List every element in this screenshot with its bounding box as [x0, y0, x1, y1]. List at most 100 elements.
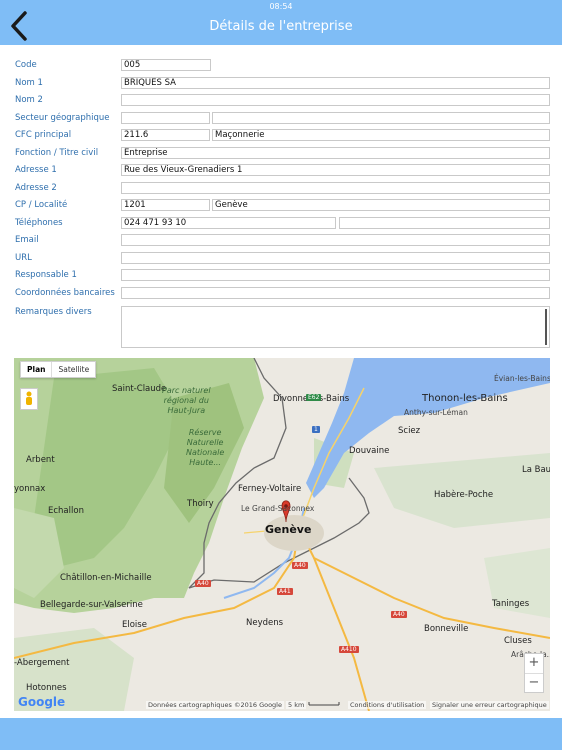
map-label-echallon: Echallon: [48, 506, 84, 516]
pegman-icon: [26, 391, 32, 405]
form-row-email: Email: [0, 233, 562, 250]
form-row-secteur: Secteur géographique: [0, 111, 562, 128]
fonction-field[interactable]: Entreprise: [121, 146, 550, 159]
map-label-reserve: Réserve Naturelle Nationale Haute...: [186, 428, 225, 467]
label-email: Email: [15, 235, 39, 245]
nom2-field[interactable]: [121, 94, 550, 106]
email-field[interactable]: [121, 234, 550, 246]
map-label-hotonnes: Hotonnes: [26, 683, 67, 693]
map-label-chatillon: Châtillon-en-Michaille: [60, 573, 152, 583]
navigation-bar: 08:54 Détails de l'entreprise: [0, 0, 562, 45]
form-row-url: URL: [0, 251, 562, 268]
road-badge-e62: E62: [306, 394, 322, 401]
road-badge-a40-2: A40: [195, 580, 211, 587]
label-responsable1: Responsable 1: [15, 270, 77, 280]
map-label-geneve: Genève: [265, 523, 312, 536]
map-terms-link[interactable]: Conditions d'utilisation: [348, 701, 427, 709]
label-cfc: CFC principal: [15, 130, 72, 140]
form-row-bancaires: Coordonnées bancaires: [0, 286, 562, 303]
map-label-sciez: Sciez: [398, 426, 421, 436]
form-row-telephones: Téléphones 024 471 93 10: [0, 216, 562, 233]
form-row-responsable1: Responsable 1: [0, 268, 562, 285]
cfc-name-field[interactable]: Maçonnerie: [212, 129, 550, 141]
map-type-control: Plan Satellite: [20, 361, 97, 378]
zoom-control: + −: [524, 653, 544, 693]
map-label-thonon: Thonon-les-Bains: [422, 393, 508, 404]
map-label-la-baume: La Baume: [522, 465, 550, 475]
map-label-grand-saconnex: Le Grand-Saconnex: [241, 504, 315, 513]
map-data-attribution: Données cartographiques ©2016 Google: [146, 701, 284, 709]
textarea-scrollbar[interactable]: [545, 309, 547, 345]
responsable1-field[interactable]: [121, 269, 550, 281]
map-label-bonneville: Bonneville: [424, 624, 469, 634]
label-fonction: Fonction / Titre civil: [15, 147, 99, 158]
form-row-fonction: Fonction / Titre civil Entreprise: [0, 146, 562, 163]
map-label-cluses: Cluses: [504, 636, 532, 646]
adresse2-field[interactable]: [121, 181, 550, 194]
code-field[interactable]: 005: [121, 59, 211, 71]
page-title: Détails de l'entreprise: [209, 19, 353, 34]
map-label-thoiry: Thoiry: [187, 499, 214, 509]
map-label-anthy: Anthy-sur-Léman: [404, 408, 468, 417]
secteur-name-field[interactable]: [212, 111, 550, 124]
map-label-saint-claude: Saint-Claude: [112, 384, 167, 394]
street-view-button[interactable]: [20, 388, 38, 410]
label-url: URL: [15, 252, 32, 263]
form-row-nom2: Nom 2: [0, 93, 562, 110]
form-row-adresse2: Adresse 2: [0, 181, 562, 198]
label-telephones: Téléphones: [15, 217, 63, 228]
map-scale-label: 5 km: [286, 701, 307, 709]
map-label-bellegarde: Bellegarde-sur-Valserine: [40, 600, 143, 610]
map-label-ferney: Ferney-Voltaire: [238, 484, 302, 494]
url-field[interactable]: [121, 251, 550, 264]
map-view[interactable]: Plan Satellite Saint-Claude Parc naturel…: [14, 358, 550, 711]
form-row-nom1: Nom 1 BRIQUES SA: [0, 76, 562, 93]
google-logo: Google: [18, 695, 66, 709]
telephone1-field[interactable]: 024 471 93 10: [121, 216, 336, 229]
label-nom2: Nom 2: [15, 95, 43, 105]
localite-field[interactable]: Genève: [212, 199, 550, 211]
map-type-satellite[interactable]: Satellite: [52, 362, 95, 377]
road-badge-a40-1: A40: [292, 562, 308, 569]
label-adresse2: Adresse 2: [15, 182, 57, 193]
map-type-plan[interactable]: Plan: [21, 362, 53, 377]
form-row-adresse1: Adresse 1 Rue des Vieux-Grenadiers 1: [0, 163, 562, 180]
secteur-code-field[interactable]: [121, 111, 210, 124]
adresse1-field[interactable]: Rue des Vieux-Grenadiers 1: [121, 164, 550, 176]
form-row-cp-localite: CP / Localité 1201 Genève: [0, 198, 562, 215]
map-report-link[interactable]: Signaler une erreur cartographique: [430, 701, 549, 709]
road-badge-1: 1: [312, 426, 320, 433]
status-time: 08:54: [269, 2, 293, 11]
label-nom1: Nom 1: [15, 77, 43, 88]
map-label-parc: Parc naturel régional du Haut-Jura: [162, 386, 211, 415]
label-remarques: Remarques divers: [15, 307, 92, 317]
label-adresse1: Adresse 1: [15, 165, 57, 175]
map-label-douvaine: Douvaine: [349, 446, 390, 456]
map-label-oyonnax: yonnax: [14, 484, 46, 494]
map-label-taninges: Taninges: [492, 599, 530, 609]
map-label-neydens: Neydens: [246, 618, 284, 628]
label-secteur: Secteur géographique: [15, 112, 110, 123]
zoom-out-button[interactable]: −: [525, 674, 543, 694]
map-label-evian: Évian-les-Bains: [494, 374, 550, 383]
form-row-cfc: CFC principal 211.6 Maçonnerie: [0, 128, 562, 145]
telephone2-field[interactable]: [339, 216, 550, 229]
road-badge-a410: A410: [339, 646, 359, 653]
form-row-code: Code 005: [0, 58, 562, 75]
remarques-textarea[interactable]: [121, 306, 550, 348]
cp-field[interactable]: 1201: [121, 199, 210, 211]
cfc-code-field[interactable]: 211.6: [121, 129, 210, 141]
bancaires-field[interactable]: [121, 286, 550, 299]
bottom-bar: [0, 718, 562, 750]
label-cp-localite: CP / Localité: [15, 200, 68, 210]
map-label-habere: Habère-Poche: [434, 490, 494, 500]
road-badge-a40-3: A40: [391, 611, 407, 618]
map-label-abergement: -Abergement: [14, 658, 70, 668]
label-bancaires: Coordonnées bancaires: [15, 287, 115, 298]
label-code: Code: [15, 60, 37, 70]
map-label-eloise: Eloise: [122, 620, 147, 630]
map-label-arbent: Arbent: [26, 455, 55, 465]
zoom-in-button[interactable]: +: [525, 654, 543, 674]
road-badge-a41: A41: [277, 588, 293, 595]
nom1-field[interactable]: BRIQUES SA: [121, 76, 550, 89]
